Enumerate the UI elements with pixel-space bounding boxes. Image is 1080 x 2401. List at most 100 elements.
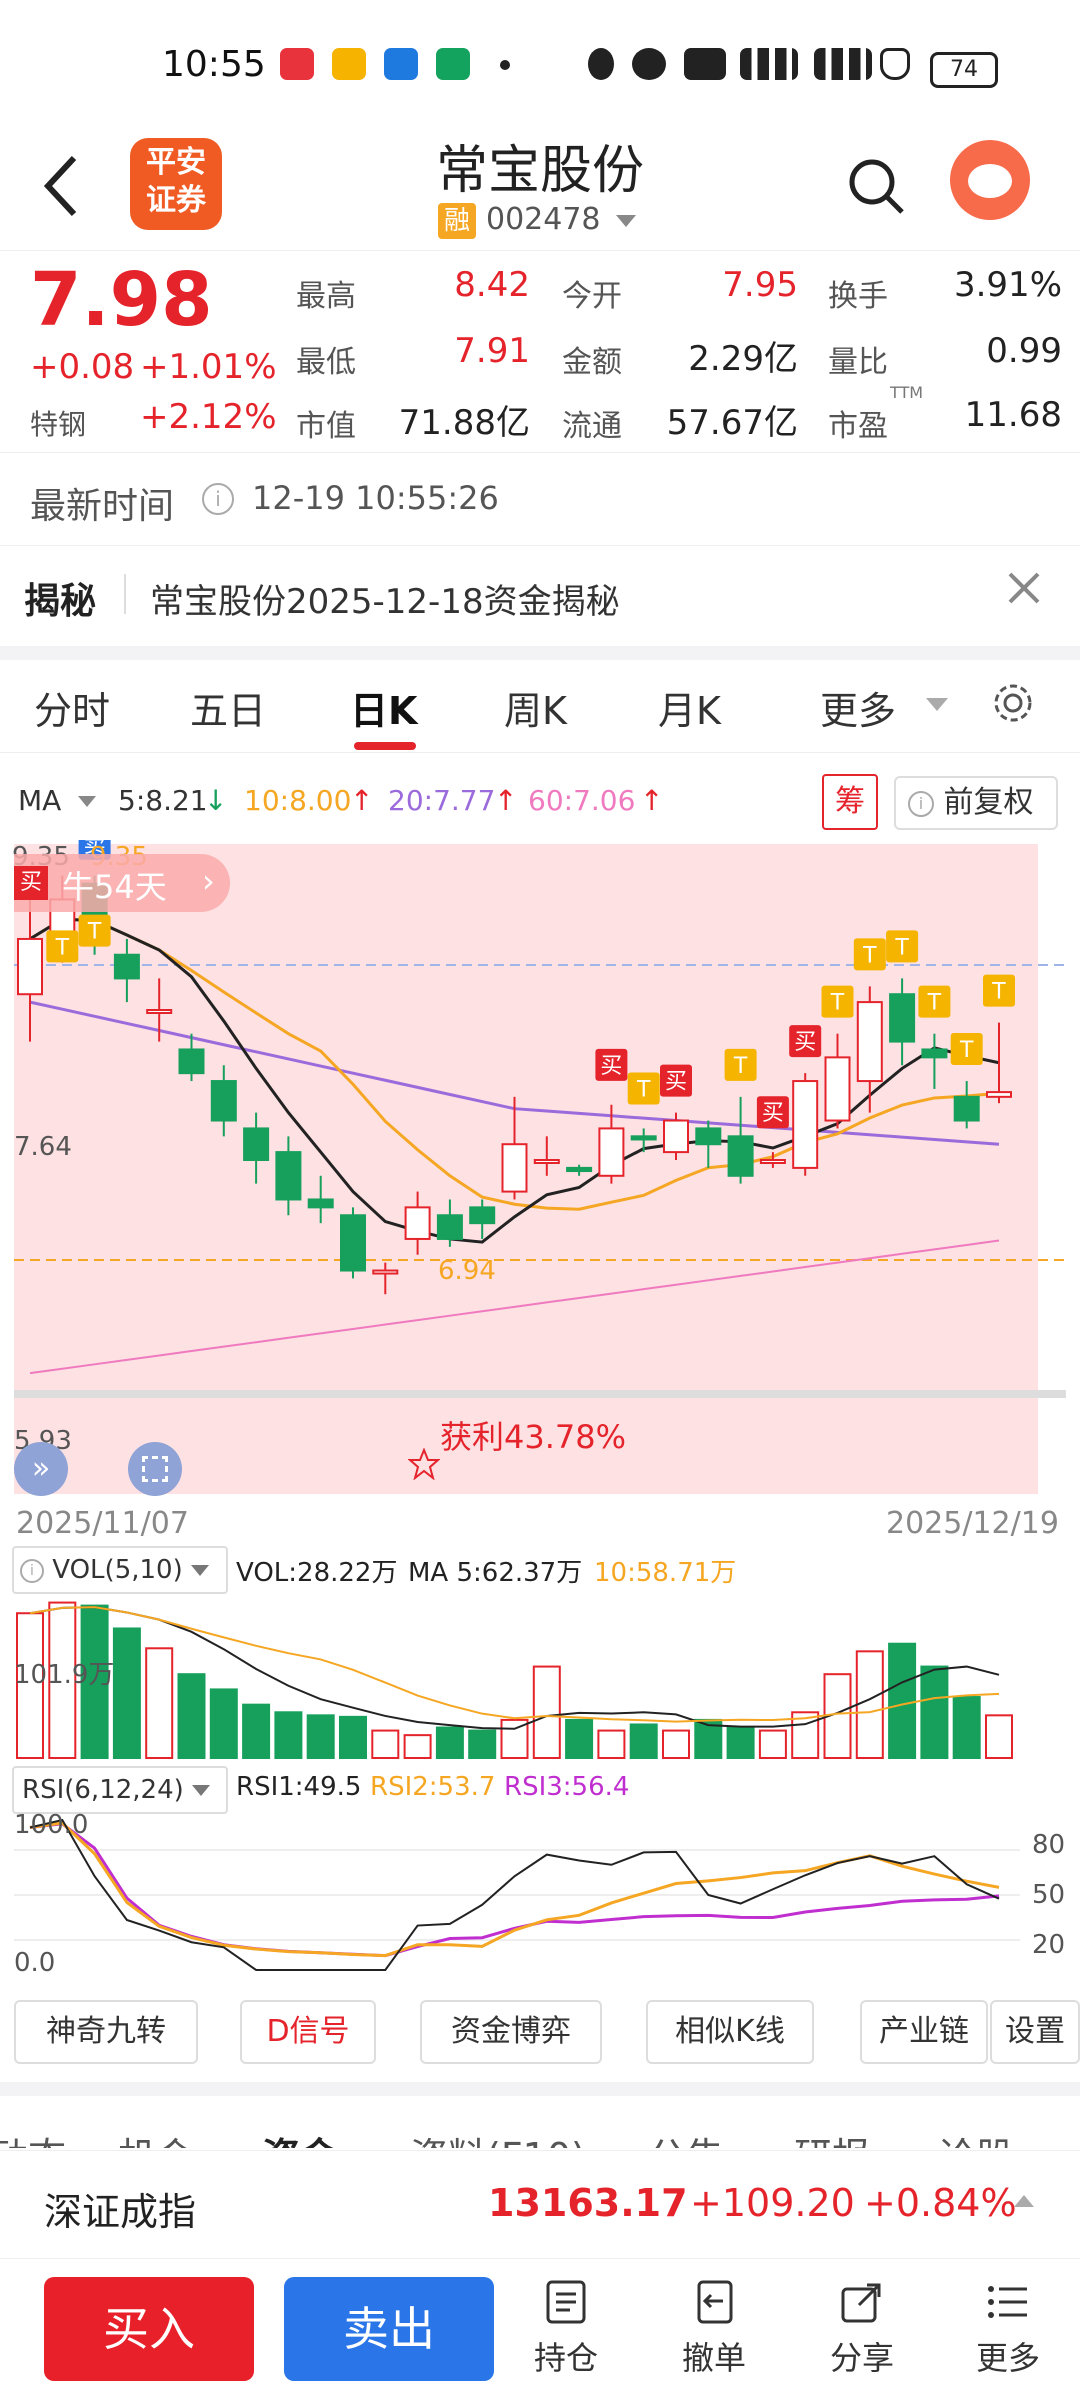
volume-bar bbox=[855, 1650, 884, 1759]
nav-holdings[interactable]: 持仓 bbox=[506, 2279, 626, 2379]
similar-kline-button[interactable]: 相似K线 bbox=[646, 2000, 814, 2064]
gear-icon[interactable] bbox=[990, 680, 1036, 726]
reveal-bar[interactable]: 揭秘 常宝股份2025-12-18资金揭秘 bbox=[0, 546, 1080, 646]
section-separator bbox=[0, 646, 1080, 660]
reveal-text[interactable]: 常宝股份2025-12-18资金揭秘 bbox=[150, 574, 620, 623]
subtab-opportunity[interactable]: 机会 bbox=[118, 2126, 194, 2148]
profit-label: 获利43.78% bbox=[440, 1418, 627, 1456]
close-icon[interactable] bbox=[1004, 568, 1044, 608]
turnover-label: 换手 bbox=[828, 279, 888, 314]
tab-timeshare[interactable]: 分时 bbox=[34, 680, 110, 735]
sector-label[interactable]: 特钢 bbox=[30, 403, 86, 443]
volume-bar bbox=[629, 1723, 658, 1760]
tab-more[interactable]: 更多 bbox=[820, 680, 896, 735]
amount-value: 2.29亿 bbox=[688, 339, 798, 379]
stock-code-selector[interactable]: 融 002478 bbox=[438, 202, 637, 239]
chevron-down-icon bbox=[616, 214, 637, 227]
chart-divider bbox=[14, 1390, 1066, 1398]
rsi-selector[interactable]: RSI(6,12,24) bbox=[12, 1766, 228, 1814]
info-icon: i bbox=[908, 790, 934, 817]
rsi2-value: RSI2:53.7 bbox=[370, 1772, 496, 1802]
status-bar: 10:55 74 bbox=[0, 0, 1080, 120]
buy-button[interactable]: 买入 bbox=[44, 2277, 254, 2381]
buy-marker-text: 买 bbox=[665, 1070, 687, 1095]
dot-icon bbox=[500, 60, 510, 70]
candle-body bbox=[372, 1269, 399, 1275]
lock-app-icon bbox=[384, 48, 418, 80]
rsi3-value: RSI3:56.4 bbox=[504, 1772, 630, 1802]
subtab-capital[interactable]: 资金 bbox=[262, 2126, 338, 2148]
search-icon[interactable] bbox=[844, 154, 908, 218]
index-bar[interactable]: 深证成指 13163.17 +109.20 +0.84% bbox=[0, 2150, 1080, 2257]
capital-game-button[interactable]: 资金博弈 bbox=[420, 2000, 602, 2064]
volume-chart[interactable] bbox=[0, 1590, 1080, 1760]
candle-body bbox=[986, 1091, 1012, 1098]
ma-legend: MA 5:8.21 ↓ 10:8.00 ↑ 20:7.77 ↑ 60:7.06 … bbox=[0, 770, 1080, 830]
chip-button[interactable]: 筹 bbox=[822, 774, 878, 830]
candle-body bbox=[759, 1159, 786, 1164]
candle-body bbox=[436, 1214, 463, 1240]
tab-five-day[interactable]: 五日 bbox=[190, 680, 266, 735]
active-tab-indicator bbox=[354, 742, 416, 750]
info-icon[interactable]: i bbox=[202, 483, 234, 515]
sell-button[interactable]: 卖出 bbox=[284, 2277, 494, 2381]
d-signal-button[interactable]: D信号 bbox=[240, 2000, 376, 2064]
date-end: 2025/12/19 bbox=[886, 1506, 1059, 1541]
pe-value: 11.68 bbox=[964, 395, 1062, 435]
candle-body bbox=[210, 1080, 237, 1122]
tab-monthly-k[interactable]: 月K bbox=[658, 680, 721, 735]
vol-ma10: 10:58.71万 bbox=[594, 1558, 737, 1588]
volume-bar bbox=[565, 1718, 594, 1759]
kline-chart[interactable]: 卖TT买T 买T买买TT TTTT bbox=[0, 840, 1080, 1500]
high-value: 8.42 bbox=[454, 265, 530, 305]
chevron-right-icon: › bbox=[202, 862, 215, 900]
assistant-avatar[interactable] bbox=[950, 140, 1030, 220]
settings-button[interactable]: 设置 bbox=[990, 2000, 1080, 2064]
vol-selector[interactable]: i VOL(5,10) bbox=[12, 1546, 228, 1594]
t-marker-text: T bbox=[830, 991, 845, 1016]
ma60-value: 60:7.06 bbox=[528, 784, 636, 817]
subtab-news[interactable]: 动态 bbox=[0, 2126, 66, 2148]
nav-cancel-order[interactable]: 撤单 bbox=[654, 2279, 774, 2379]
adjust-selector[interactable]: i 前复权 bbox=[894, 776, 1058, 830]
rsi-level-50: 50 bbox=[1032, 1880, 1066, 1910]
subtab-discussion[interactable]: 论股 bbox=[938, 2126, 1014, 2148]
ma5-value: 5:8.21 bbox=[118, 784, 208, 817]
expand-left-icon[interactable]: » bbox=[14, 1442, 68, 1496]
signal-5g-icon bbox=[740, 48, 798, 80]
candle-body bbox=[146, 1009, 173, 1014]
quote-panel: 7.98 +0.08 +1.01% 特钢 +2.12% 最高 8.42 今开 7… bbox=[0, 250, 1080, 451]
candle-body bbox=[921, 1048, 948, 1059]
bottom-nav: 买入 卖出 持仓 撤单 分享 更多 bbox=[0, 2258, 1080, 2401]
tab-weekly-k[interactable]: 周K bbox=[504, 680, 567, 735]
subtab-research[interactable]: 研报 bbox=[794, 2126, 870, 2148]
fullscreen-icon[interactable] bbox=[128, 1442, 182, 1496]
industry-chain-button[interactable]: 产业链 bbox=[860, 2000, 988, 2064]
sector-change: +2.12% bbox=[140, 397, 277, 437]
share-icon bbox=[841, 2283, 881, 2323]
chevron-down-icon bbox=[192, 1785, 211, 1796]
header: 平安 证券 常宝股份 融 002478 bbox=[0, 120, 1080, 250]
rsi1-value: RSI1:49.5 bbox=[236, 1772, 362, 1802]
magic-nine-button[interactable]: 神奇九转 bbox=[14, 2000, 198, 2064]
nav-more[interactable]: 更多 bbox=[948, 2279, 1068, 2379]
price-change-pct: +1.01% bbox=[140, 347, 277, 387]
rsi-bottom-label: 0.0 bbox=[14, 1948, 56, 1978]
rsi-chart[interactable] bbox=[0, 1810, 1080, 1980]
volume-bar bbox=[532, 1665, 561, 1759]
subtab-f10[interactable]: 资料(F10) bbox=[410, 2126, 586, 2148]
t-marker-text: T bbox=[991, 980, 1006, 1005]
tab-daily-k[interactable]: 日K bbox=[350, 680, 417, 735]
volume-ratio-label: 量比 bbox=[828, 345, 888, 380]
nav-share[interactable]: 分享 bbox=[802, 2279, 922, 2379]
market-cap-value: 71.88亿 bbox=[398, 403, 530, 443]
candle-body bbox=[727, 1135, 754, 1177]
ma-selector[interactable]: MA bbox=[18, 784, 61, 817]
volume-bar bbox=[920, 1665, 949, 1759]
trend-banner[interactable]: 买 牛54天 › bbox=[14, 854, 230, 912]
volume-bar bbox=[435, 1726, 464, 1759]
chevron-down-icon bbox=[78, 796, 96, 807]
chevron-up-icon[interactable] bbox=[1014, 2195, 1034, 2207]
subtab-announcement[interactable]: 公告 bbox=[648, 2126, 724, 2148]
volume-bar bbox=[145, 1647, 174, 1759]
